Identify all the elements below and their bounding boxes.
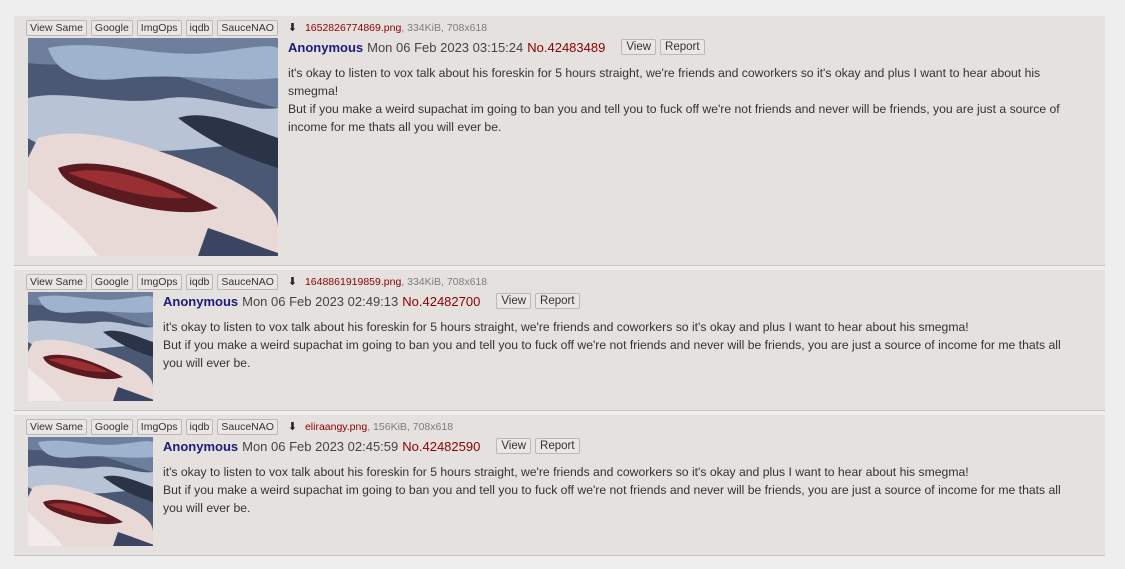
file-link[interactable]: 1652826774869.png [305,22,401,34]
download-icon[interactable]: ⬇ [286,421,299,434]
view-same-button[interactable]: View Same [26,419,87,435]
report-button[interactable]: Report [660,39,705,55]
report-button[interactable]: Report [535,293,580,309]
view-same-button[interactable]: View Same [26,274,87,290]
post-header: Anonymous Mon 06 Feb 2023 03:15:24 No.42… [288,39,705,55]
post-body: it's okay to listen to vox talk about hi… [288,64,1088,136]
post-header: Anonymous Mon 06 Feb 2023 02:45:59 No.42… [163,438,580,454]
post-date: Mon 06 Feb 2023 02:49:13 [242,293,399,309]
file-meta: , 334KiB, 708x618 [401,276,488,288]
post-text-line: it's okay to listen to vox talk about hi… [163,465,969,479]
poster-name: Anonymous [163,438,239,454]
file-link[interactable]: 1648861919859.png [305,276,401,288]
imgops-button[interactable]: ImgOps [136,274,182,290]
post-thumbnail[interactable] [28,38,278,256]
post-1: View Same Google ImgOps iqdb SauceNAO ⬇ … [14,16,1105,266]
download-icon[interactable]: ⬇ [286,276,299,289]
post-number[interactable]: No.42482700 [402,294,480,309]
post-number[interactable]: No.42482590 [402,439,480,454]
poster-name: Anonymous [288,39,364,55]
post-body: it's okay to listen to vox talk about hi… [163,318,1083,372]
post-date: Mon 06 Feb 2023 03:15:24 [367,39,524,55]
google-button[interactable]: Google [90,20,133,36]
poster-name: Anonymous [163,293,239,309]
post-thumbnail[interactable] [28,437,153,546]
post-text-line: But if you make a weird supachat im goin… [163,338,1061,370]
file-meta: , 334KiB, 708x618 [401,22,488,34]
post-thumbnail[interactable] [28,292,153,401]
google-button[interactable]: Google [90,419,133,435]
post-number[interactable]: No.42483489 [527,40,605,55]
view-button[interactable]: View [621,39,657,55]
post-body: it's okay to listen to vox talk about hi… [163,463,1083,517]
saucenao-button[interactable]: SauceNAO [217,274,278,290]
saucenao-button[interactable]: SauceNAO [217,20,278,36]
iqdb-button[interactable]: iqdb [185,20,214,36]
google-button[interactable]: Google [90,274,133,290]
post-header: Anonymous Mon 06 Feb 2023 02:49:13 No.42… [163,293,580,309]
file-meta: , 156KiB, 708x618 [367,421,454,433]
view-button[interactable]: View [496,438,532,454]
imgops-button[interactable]: ImgOps [136,20,182,36]
iqdb-button[interactable]: iqdb [185,419,214,435]
iqdb-button[interactable]: iqdb [185,274,214,290]
download-icon[interactable]: ⬇ [286,22,299,35]
post-text-line: But if you make a weird supachat im goin… [163,483,1061,515]
imgops-button[interactable]: ImgOps [136,419,182,435]
file-link[interactable]: eliraangy.png [305,421,367,433]
file-bar: View Same Google ImgOps iqdb SauceNAO ⬇ … [26,20,487,36]
post-3: View Same Google ImgOps iqdb SauceNAO ⬇ … [14,415,1105,556]
report-button[interactable]: Report [535,438,580,454]
post-date: Mon 06 Feb 2023 02:45:59 [242,438,399,454]
post-text-line: But if you make a weird supachat im goin… [288,102,1060,134]
view-same-button[interactable]: View Same [26,20,87,36]
view-button[interactable]: View [496,293,532,309]
post-2: View Same Google ImgOps iqdb SauceNAO ⬇ … [14,270,1105,411]
post-text-line: it's okay to listen to vox talk about hi… [288,66,1041,98]
post-text-line: it's okay to listen to vox talk about hi… [163,320,969,334]
file-bar: View Same Google ImgOps iqdb SauceNAO ⬇ … [26,419,453,435]
saucenao-button[interactable]: SauceNAO [217,419,278,435]
file-bar: View Same Google ImgOps iqdb SauceNAO ⬇ … [26,274,487,290]
